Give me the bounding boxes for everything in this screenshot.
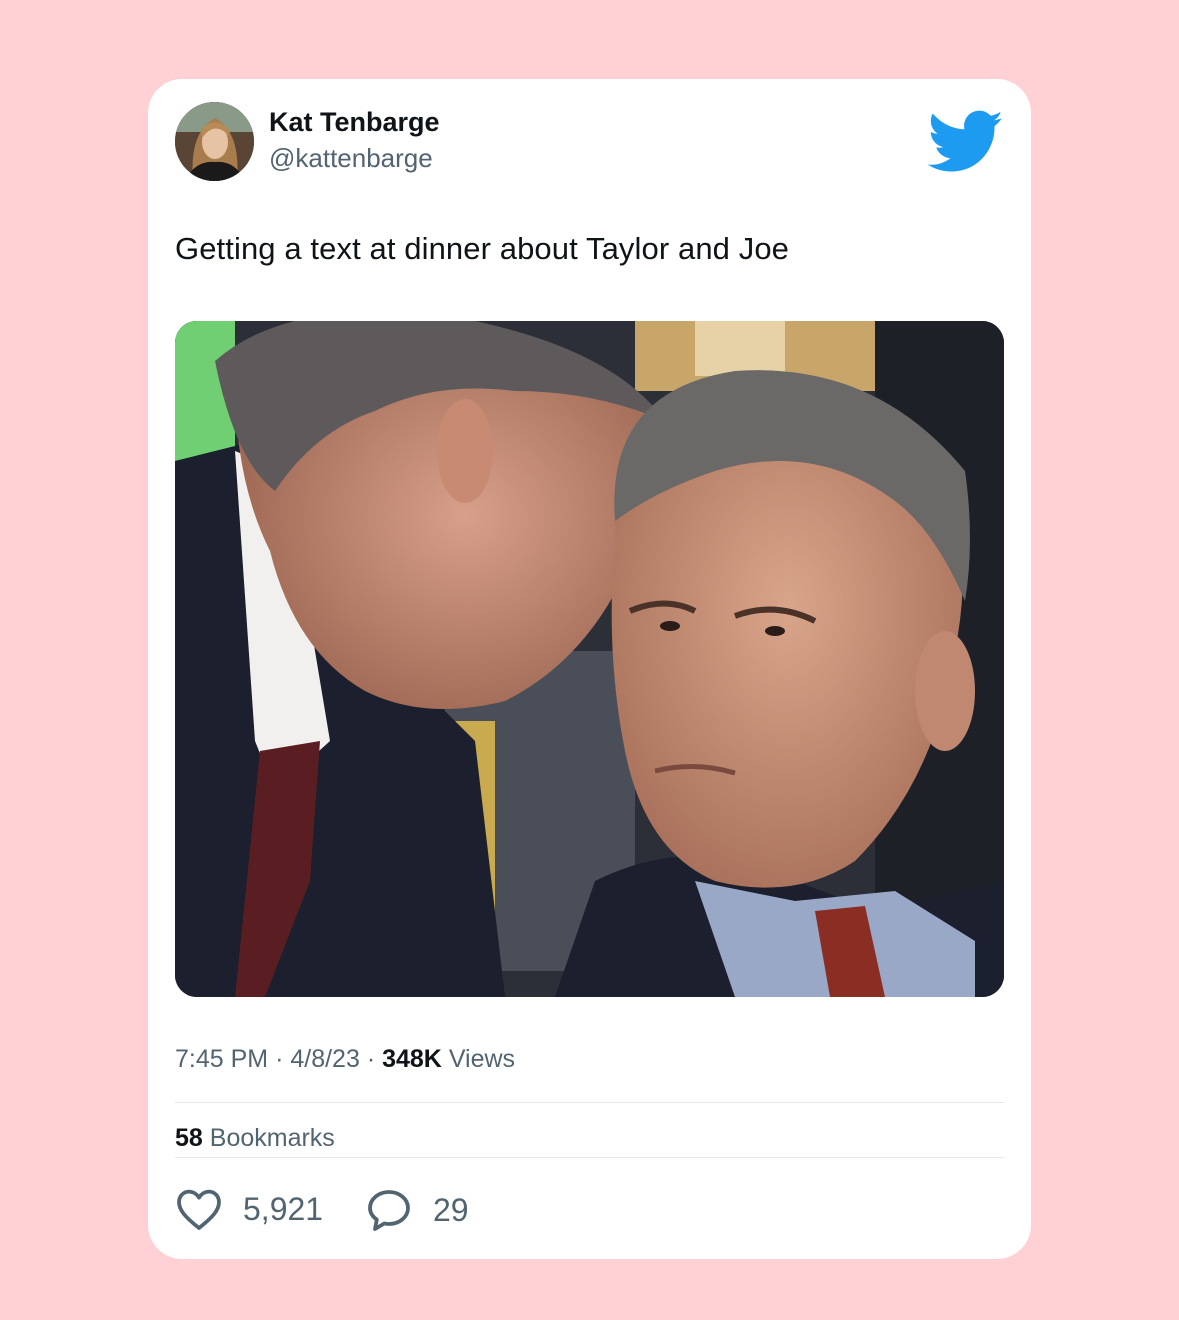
bookmarks-label: Bookmarks xyxy=(209,1124,335,1152)
meta-separator: · xyxy=(366,1045,376,1073)
views-label: Views xyxy=(448,1045,516,1073)
reply-count: 29 xyxy=(433,1191,469,1228)
author-handle[interactable]: @kattenbarge xyxy=(269,143,433,174)
tweet-text: Getting a text at dinner about Taylor an… xyxy=(175,231,789,266)
divider xyxy=(175,1102,1004,1103)
twitter-bird-icon xyxy=(927,109,1004,175)
like-button[interactable]: 5,921 xyxy=(175,1187,323,1231)
heart-icon xyxy=(177,1189,221,1230)
tweet-photo[interactable] xyxy=(175,321,1004,997)
views-count: 348K xyxy=(382,1045,442,1073)
author-name[interactable]: Kat Tenbarge xyxy=(269,107,440,138)
divider xyxy=(175,1157,1004,1158)
speech-bubble-icon xyxy=(368,1190,410,1231)
reply-button[interactable]: 29 xyxy=(365,1187,469,1233)
meta-separator: · xyxy=(275,1045,284,1073)
tweet-meta: 7:45 PM · 4/8/23 · 348K Views xyxy=(175,1045,515,1074)
tweet-card: Kat Tenbarge @kattenbarge Getting a text… xyxy=(148,79,1031,1259)
avatar[interactable] xyxy=(175,102,254,181)
bookmarks-stat[interactable]: 58 Bookmarks xyxy=(175,1124,335,1153)
tweet-date[interactable]: 4/8/23 xyxy=(290,1045,360,1073)
tweet-time[interactable]: 7:45 PM xyxy=(175,1045,268,1073)
bookmarks-count: 58 xyxy=(175,1124,203,1152)
like-count: 5,921 xyxy=(243,1190,324,1227)
